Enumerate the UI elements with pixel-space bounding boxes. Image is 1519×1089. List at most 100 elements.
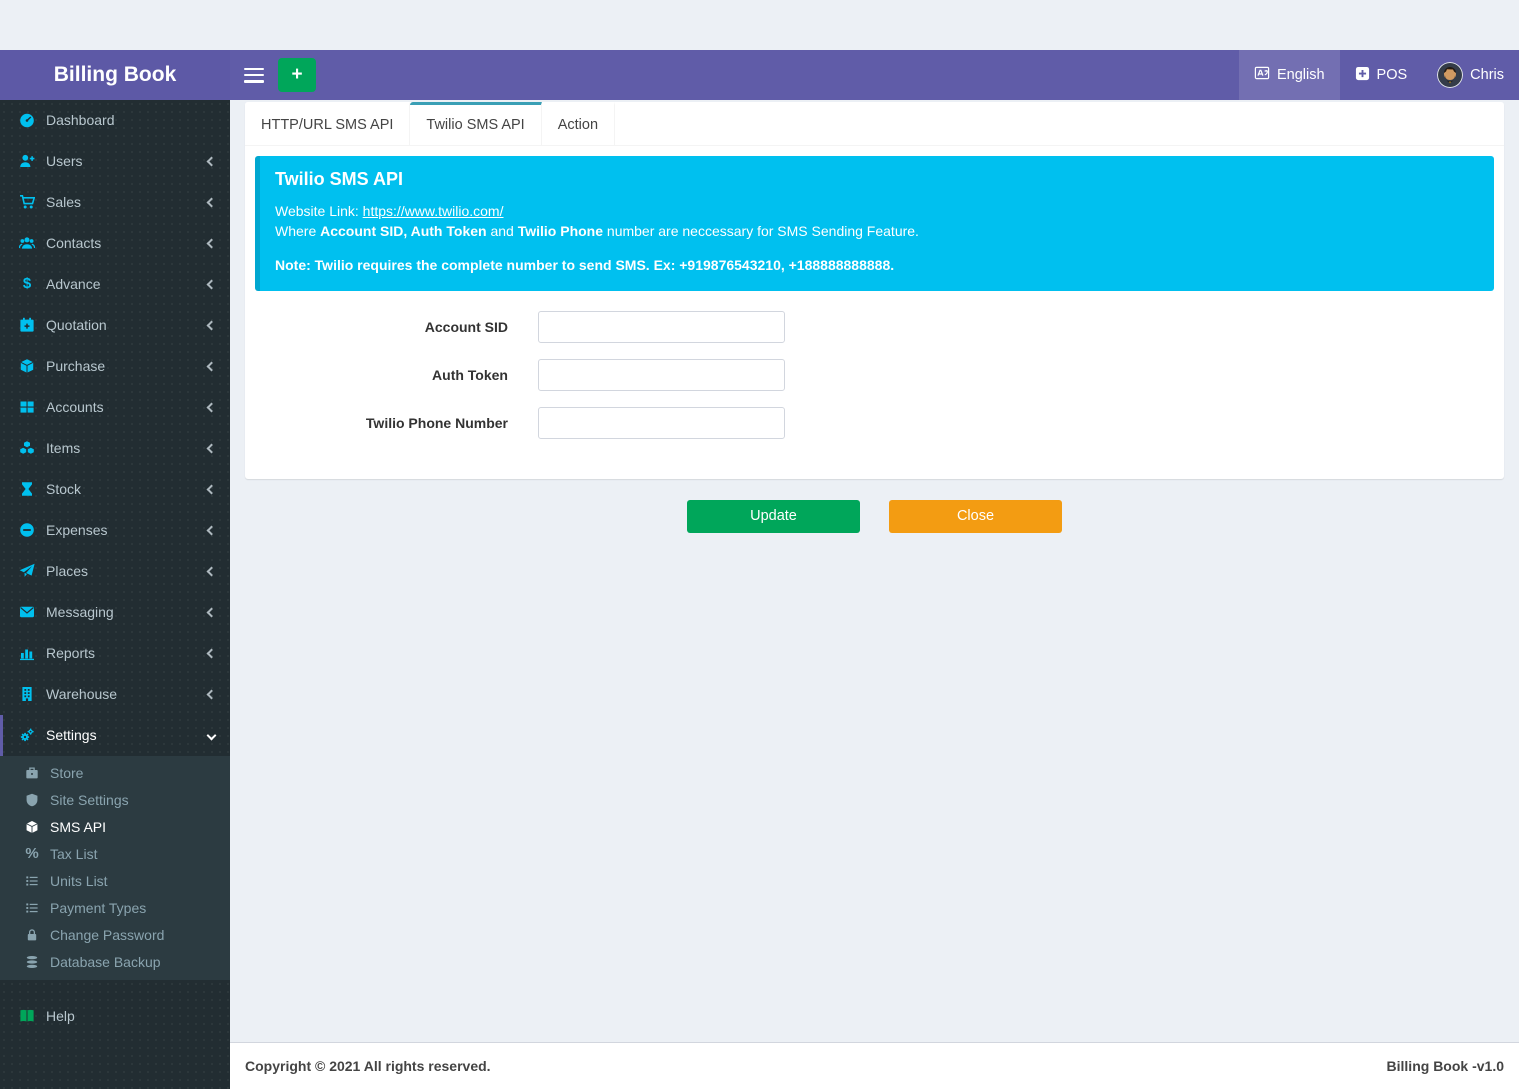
twilio-phone-number-input[interactable]	[538, 407, 785, 439]
sidebar-item-messaging[interactable]: Messaging	[0, 592, 230, 633]
twilio-form: Account SID Auth Token Twilio Phone Numb…	[255, 291, 1494, 439]
quick-add-button[interactable]: +	[278, 58, 316, 92]
account-sid-label: Account SID	[255, 319, 538, 335]
pos-menu[interactable]: POS	[1340, 50, 1423, 100]
sidebar-item-label: Help	[46, 1008, 75, 1024]
tab-action[interactable]: Action	[542, 102, 615, 145]
sidebar-item-quotation[interactable]: Quotation	[0, 305, 230, 346]
submenu-item-label: Payment Types	[50, 900, 146, 916]
where-bold-phone: Twilio Phone	[518, 223, 603, 239]
copyright-text: Copyright © 2021 All rights reserved.	[245, 1058, 491, 1074]
main-footer: Copyright © 2021 All rights reserved. Bi…	[230, 1042, 1519, 1089]
cube-icon	[24, 820, 40, 834]
submenu-item-label: Change Password	[50, 927, 164, 943]
chevron-left-icon	[207, 607, 217, 617]
tab-bar: HTTP/URL SMS API Twilio SMS API Action	[245, 102, 1504, 146]
gears-icon	[18, 727, 36, 743]
submenu-item-change-password[interactable]: Change Password	[0, 921, 230, 948]
form-row: Twilio Phone Number	[255, 407, 1494, 439]
user-menu[interactable]: Chris	[1422, 50, 1519, 100]
database-icon	[24, 955, 40, 969]
sidebar-item-purchase[interactable]: Purchase	[0, 346, 230, 387]
submenu-item-database-backup[interactable]: Database Backup	[0, 948, 230, 975]
users-icon	[18, 235, 36, 251]
chevron-down-icon	[207, 730, 217, 740]
website-link-prefix: Website Link:	[275, 203, 363, 219]
sidebar-item-label: Stock	[46, 481, 81, 497]
book-icon	[18, 1008, 36, 1024]
sidebar-item-label: Quotation	[46, 317, 107, 333]
sidebar: Dashboard Users Sales Contacts	[0, 100, 230, 1089]
chevron-left-icon	[207, 443, 217, 453]
language-menu[interactable]: English	[1239, 50, 1340, 100]
sidebar-item-reports[interactable]: Reports	[0, 633, 230, 674]
close-button[interactable]: Close	[889, 500, 1062, 533]
twilio-website-link[interactable]: https://www.twilio.com/	[363, 203, 504, 219]
tab-twilio-sms-api[interactable]: Twilio SMS API	[410, 102, 541, 145]
sidebar-item-label: Messaging	[46, 604, 114, 620]
top-navbar: + English	[230, 50, 1519, 100]
sidebar-item-places[interactable]: Places	[0, 551, 230, 592]
language-label: English	[1277, 67, 1325, 83]
submenu-item-label: SMS API	[50, 819, 106, 835]
sidebar-item-advance[interactable]: $ Advance	[0, 264, 230, 305]
sidebar-item-stock[interactable]: Stock	[0, 469, 230, 510]
sidebar-item-accounts[interactable]: Accounts	[0, 387, 230, 428]
update-button[interactable]: Update	[687, 500, 860, 533]
hourglass-icon	[18, 481, 36, 497]
chevron-left-icon	[207, 689, 217, 699]
sidebar-item-label: Users	[46, 153, 83, 169]
sidebar-item-dashboard[interactable]: Dashboard	[0, 100, 230, 141]
submenu-item-units-list[interactable]: Units List	[0, 867, 230, 894]
submenu-item-label: Site Settings	[50, 792, 129, 808]
submenu-item-store[interactable]: Store	[0, 759, 230, 786]
sidebar-item-items[interactable]: Items	[0, 428, 230, 469]
tab-content: Twilio SMS API Website Link: https://www…	[245, 146, 1504, 479]
auth-token-input[interactable]	[538, 359, 785, 391]
chevron-left-icon	[207, 320, 217, 330]
sidebar-item-label: Items	[46, 440, 80, 456]
hamburger-icon	[244, 80, 264, 83]
sidebar-item-users[interactable]: Users	[0, 141, 230, 182]
list-icon	[24, 874, 40, 888]
callout-note: Note: Twilio requires the complete numbe…	[275, 256, 1479, 276]
where-text: Where	[275, 223, 320, 239]
submenu-item-site-settings[interactable]: Site Settings	[0, 786, 230, 813]
main-header: Billing Book + English	[0, 50, 1519, 100]
chevron-left-icon	[207, 525, 217, 535]
submenu-item-sms-api[interactable]: SMS API	[0, 813, 230, 840]
sidebar-item-expenses[interactable]: Expenses	[0, 510, 230, 551]
submenu-item-label: Store	[50, 765, 83, 781]
tab-http-url-sms-api[interactable]: HTTP/URL SMS API	[245, 102, 410, 145]
calendar-plus-icon	[18, 317, 36, 333]
language-icon	[1254, 65, 1270, 85]
paper-plane-icon	[18, 563, 36, 579]
sidebar-item-warehouse[interactable]: Warehouse	[0, 674, 230, 715]
sidebar-item-label: Warehouse	[46, 686, 117, 702]
sidebar-item-settings[interactable]: Settings	[0, 715, 230, 756]
hamburger-icon	[244, 74, 264, 77]
chevron-left-icon	[207, 279, 217, 289]
submenu-item-label: Tax List	[50, 846, 97, 862]
sidebar-item-label: Sales	[46, 194, 81, 210]
brand-logo[interactable]: Billing Book	[0, 50, 230, 100]
cart-icon	[18, 194, 36, 210]
chevron-left-icon	[207, 238, 217, 248]
sidebar-item-sales[interactable]: Sales	[0, 182, 230, 223]
sidebar-item-contacts[interactable]: Contacts	[0, 223, 230, 264]
user-name: Chris	[1470, 67, 1504, 83]
submenu-item-payment-types[interactable]: Payment Types	[0, 894, 230, 921]
version-text: Billing Book -v1.0	[1387, 1058, 1504, 1074]
submenu-item-tax-list[interactable]: % Tax List	[0, 840, 230, 867]
shield-icon	[24, 793, 40, 807]
sidebar-item-label: Settings	[46, 727, 97, 743]
where-text: number are neccessary for SMS Sending Fe…	[603, 223, 919, 239]
envelope-icon	[18, 604, 36, 620]
sidebar-toggle-button[interactable]	[244, 68, 264, 83]
account-sid-input[interactable]	[538, 311, 785, 343]
building-icon	[18, 686, 36, 702]
grid-icon	[18, 399, 36, 415]
user-plus-icon	[18, 153, 36, 169]
submenu-item-label: Units List	[50, 873, 108, 889]
sidebar-item-help[interactable]: Help	[0, 996, 230, 1037]
